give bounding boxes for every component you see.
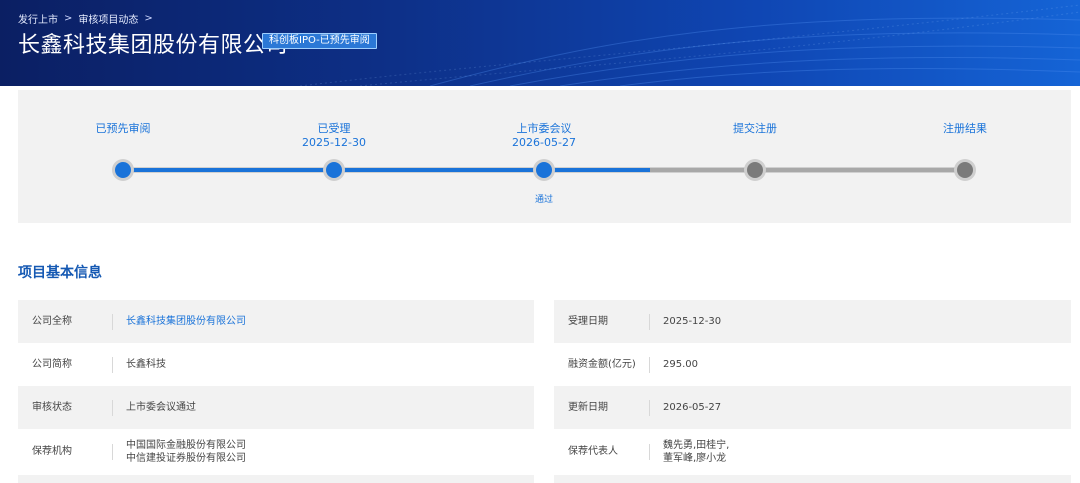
step-dot (536, 162, 552, 178)
step-node-registration-result (954, 159, 976, 181)
info-row-full-name: 公司全称 长鑫科技集团股份有限公司 (18, 300, 534, 343)
step-dot (326, 162, 342, 178)
step-date: 2025-12-30 (302, 136, 366, 149)
chevron-right-icon: > (64, 13, 73, 24)
info-row-update-date: 更新日期 2026-05-27 (554, 386, 1071, 429)
info-row-review-status: 审核状态 上市委会议通过 (18, 386, 534, 429)
step-dot (747, 162, 763, 178)
info-row-sponsor-reps: 保荐代表人 魏先勇,田桂宁, 董军峰,廖小龙 (554, 429, 1071, 475)
info-row-short-name: 公司简称 长鑫科技 (18, 343, 534, 386)
basic-info-table-right: 受理日期 2025-12-30 融资金额(亿元) 295.00 更新日期 202… (554, 300, 1071, 483)
basic-info-table-left: 公司全称 长鑫科技集团股份有限公司 公司简称 长鑫科技 审核状态 上市委会议通过… (18, 300, 534, 483)
breadcrumb-item-listing[interactable]: 发行上市 (18, 11, 58, 26)
step-name: 已预先审阅 (95, 122, 151, 135)
section-title-basic-info: 项目基本信息 (18, 265, 102, 281)
info-label: 融资金额(亿元) (554, 356, 650, 373)
review-progress-panel: 已预先审阅 已受理 2025-12-30 上市委会议 2026-05-27 提交… (18, 90, 1071, 223)
info-row-accept-date: 受理日期 2025-12-30 (554, 300, 1071, 343)
step-name: 注册结果 (943, 122, 987, 135)
header-banner: 发行上市 > 审核项目动态 > 长鑫科技集团股份有限公司 科创板IPO-已预先审… (0, 0, 1080, 86)
info-label: 更新日期 (554, 399, 650, 416)
step-label-registration-result: 注册结果 (900, 122, 1030, 136)
info-label: 保荐机构 (18, 444, 113, 460)
info-label: 公司简称 (18, 356, 113, 373)
step-name: 上市委会议 (516, 122, 572, 135)
step-label-accepted: 已受理 2025-12-30 (269, 122, 399, 150)
info-value: 长鑫科技 (126, 359, 166, 370)
info-value: 上市委会议通过 (126, 402, 196, 413)
step-name: 已受理 (317, 122, 351, 135)
info-value: 295.00 (663, 359, 698, 370)
info-value: 2026-05-27 (663, 402, 722, 413)
info-value-line: 中国国际金融股份有限公司 (126, 440, 246, 451)
step-label-listing-committee: 上市委会议 2026-05-27 (479, 122, 609, 150)
step-result-passed[interactable]: 通过 (504, 192, 584, 205)
info-row-financing-amount: 融资金额(亿元) 295.00 (554, 343, 1071, 386)
page-title: 长鑫科技集团股份有限公司 (18, 33, 289, 58)
company-full-name-link[interactable]: 长鑫科技集团股份有限公司 (113, 315, 246, 328)
info-label: 审核状态 (18, 399, 113, 416)
breadcrumb: 发行上市 > 审核项目动态 > (18, 11, 153, 26)
step-dot (115, 162, 131, 178)
step-date: 2026-05-27 (512, 136, 576, 149)
step-label-pre-review: 已预先审阅 (58, 122, 188, 136)
step-node-listing-committee (533, 159, 555, 181)
info-value: 魏先勇,田桂宁, 董军峰,廖小龙 (650, 439, 729, 465)
step-node-accepted (323, 159, 345, 181)
step-node-submit-registration (744, 159, 766, 181)
status-badge: 科创板IPO-已预先审阅 (262, 33, 377, 49)
info-label: 保荐代表人 (554, 444, 650, 460)
step-label-submit-registration: 提交注册 (690, 122, 820, 136)
info-value-line: 魏先勇,田桂宁, (663, 440, 730, 451)
info-value: 中国国际金融股份有限公司 中信建投证券股份有限公司 (113, 439, 246, 465)
chevron-right-icon: > (144, 13, 153, 24)
info-row-sponsor: 保荐机构 中国国际金融股份有限公司 中信建投证券股份有限公司 (18, 429, 534, 475)
info-value: 2025-12-30 (663, 316, 722, 327)
info-label: 公司全称 (18, 313, 113, 330)
progress-track-completed (122, 168, 650, 172)
breadcrumb-item-review[interactable]: 审核项目动态 (78, 11, 138, 26)
step-name: 提交注册 (733, 122, 777, 135)
info-value-line: 中信建投证券股份有限公司 (126, 453, 246, 464)
info-value-line: 董军峰,廖小龙 (663, 453, 727, 464)
step-node-pre-review (112, 159, 134, 181)
info-label: 受理日期 (554, 313, 650, 330)
step-dot (957, 162, 973, 178)
